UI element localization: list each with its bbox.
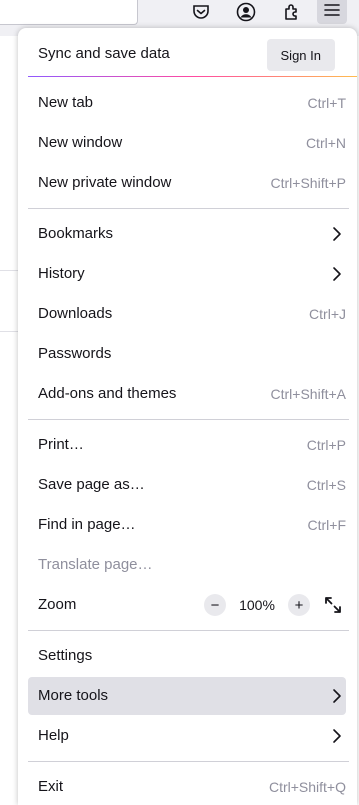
menu-item-label: Exit <box>38 778 64 795</box>
menu-item-label: Find in page… <box>38 516 136 533</box>
menu-item-label: Settings <box>38 647 93 664</box>
menu-item-new-private-window[interactable]: New private window Ctrl+Shift+P <box>28 164 346 202</box>
menu-item-help[interactable]: Help <box>28 717 346 755</box>
account-icon[interactable] <box>234 0 258 24</box>
menu-item-label: Downloads <box>38 305 113 322</box>
menu-item-bookmarks[interactable]: Bookmarks <box>28 215 346 253</box>
page-element <box>0 270 18 332</box>
menu-item-new-tab[interactable]: New tab Ctrl+T <box>28 84 346 122</box>
menu-item-exit[interactable]: Exit Ctrl+Shift+Q <box>28 768 346 805</box>
menu-item-new-window[interactable]: New window Ctrl+N <box>28 124 346 162</box>
accent-divider <box>28 76 357 77</box>
pocket-icon[interactable] <box>189 0 213 24</box>
fullscreen-icon[interactable] <box>320 592 346 618</box>
shortcut-label: Ctrl+N <box>305 135 346 151</box>
menu-item-label: Print… <box>38 436 84 453</box>
menu-item-translate-page: Translate page… <box>28 546 346 584</box>
sync-section: Sync and save data Sign In <box>18 36 357 74</box>
app-menu-panel: Sync and save data Sign In New tab Ctrl+… <box>18 28 357 805</box>
menu-item-label: New private window <box>38 174 172 191</box>
chevron-right-icon <box>333 729 341 743</box>
url-bar[interactable] <box>0 0 138 25</box>
menu-item-print[interactable]: Print… Ctrl+P <box>28 426 346 464</box>
menu-item-passwords[interactable]: Passwords <box>28 335 346 373</box>
extensions-icon[interactable] <box>280 0 304 24</box>
zoom-label: Zoom <box>38 596 77 613</box>
menu-item-addons-themes[interactable]: Add-ons and themes Ctrl+Shift+A <box>28 375 346 413</box>
menu-item-save-page-as[interactable]: Save page as… Ctrl+S <box>28 466 346 504</box>
menu-item-zoom: Zoom − 100% + <box>28 586 346 624</box>
menu-item-more-tools[interactable]: More tools <box>28 677 346 715</box>
shortcut-label: Ctrl+Shift+A <box>270 386 346 402</box>
chevron-right-icon <box>333 227 341 241</box>
menu-item-settings[interactable]: Settings <box>28 637 346 675</box>
menu-item-label: Save page as… <box>38 476 145 493</box>
sync-title: Sync and save data <box>38 45 170 62</box>
menu-item-label: More tools <box>38 687 109 704</box>
shortcut-label: Ctrl+P <box>306 437 346 453</box>
menu-item-label: Bookmarks <box>38 225 114 242</box>
menu-item-find-in-page[interactable]: Find in page… Ctrl+F <box>28 506 346 544</box>
menu-item-label: Add-ons and themes <box>38 385 177 402</box>
menu-item-label: Translate page… <box>38 556 153 573</box>
menu-separator <box>28 761 349 762</box>
shortcut-label: Ctrl+F <box>307 517 347 533</box>
zoom-in-button[interactable]: + <box>288 594 310 616</box>
menu-separator <box>28 630 349 631</box>
zoom-out-button[interactable]: − <box>204 594 226 616</box>
chevron-right-icon <box>333 267 341 281</box>
shortcut-label: Ctrl+J <box>309 306 346 322</box>
menu-separator <box>28 419 349 420</box>
sign-in-button[interactable]: Sign In <box>266 39 335 71</box>
chevron-right-icon <box>333 689 341 703</box>
zoom-reset-button[interactable]: 100% <box>226 597 288 613</box>
hamburger-menu-icon[interactable] <box>317 0 347 24</box>
menu-item-label: New tab <box>38 94 94 111</box>
menu-item-label: History <box>38 265 85 282</box>
menu-item-downloads[interactable]: Downloads Ctrl+J <box>28 295 346 333</box>
menu-item-history[interactable]: History <box>28 255 346 293</box>
menu-item-label: New window <box>38 134 123 151</box>
shortcut-label: Ctrl+S <box>306 477 346 493</box>
menu-item-label: Help <box>38 727 69 744</box>
shortcut-label: Ctrl+Shift+P <box>270 175 346 191</box>
shortcut-label: Ctrl+T <box>307 95 347 111</box>
shortcut-label: Ctrl+Shift+Q <box>268 779 346 795</box>
zoom-controls: − 100% + <box>204 592 346 618</box>
menu-separator <box>28 208 349 209</box>
menu-item-label: Passwords <box>38 345 112 362</box>
